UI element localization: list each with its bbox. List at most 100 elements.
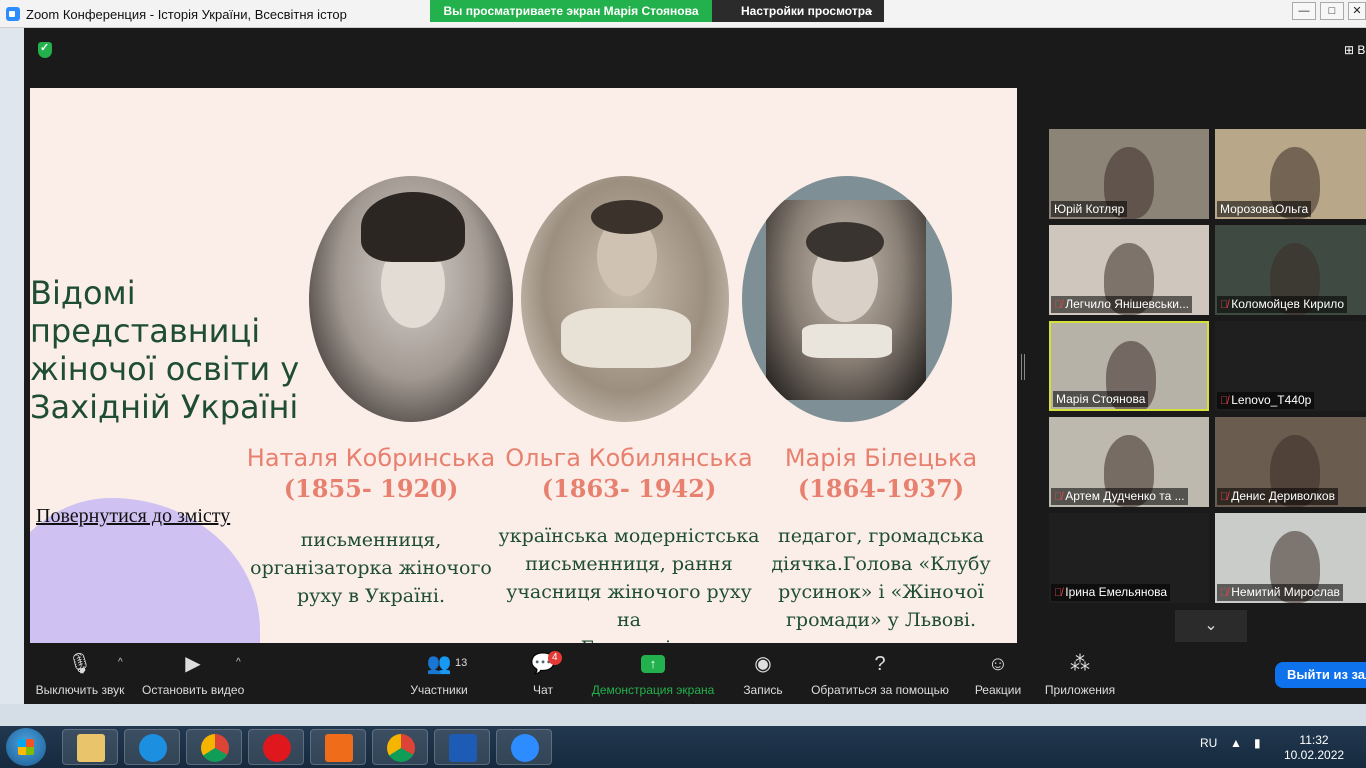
participant-name-label: 🎙̸ Коломойцев Кирило bbox=[1217, 296, 1348, 313]
apps-button[interactable]: ⁂ Приложения bbox=[1042, 645, 1118, 704]
help-icon: ? bbox=[874, 653, 886, 675]
participant-tile[interactable]: Юрій Котляр bbox=[1049, 129, 1209, 219]
reactions-button[interactable]: ☺ Реакции bbox=[968, 645, 1028, 704]
chat-unread-badge: 4 bbox=[548, 651, 562, 665]
language-indicator[interactable]: RU bbox=[1200, 736, 1217, 750]
opera-icon bbox=[263, 734, 291, 762]
portrait-biletska bbox=[742, 176, 952, 422]
microphone-icon: 🎙 bbox=[67, 653, 93, 675]
white-collar bbox=[802, 324, 892, 358]
person-name: Наталя Кобринська bbox=[246, 444, 496, 472]
participant-tile[interactable]: Марія Стоянова bbox=[1049, 321, 1209, 411]
description-line: діячка.Голова «Клубу bbox=[771, 553, 991, 575]
taskbar-word[interactable] bbox=[434, 729, 490, 765]
participants-button[interactable]: 👥 Участники bbox=[404, 645, 474, 704]
share-screen-button[interactable]: ↑ Демонстрация экрана bbox=[586, 645, 720, 704]
description-line: педагог, громадська bbox=[778, 525, 984, 547]
taskbar-clock[interactable]: 11:32 10.02.2022 bbox=[1284, 733, 1344, 763]
restore-button[interactable]: □ bbox=[1320, 2, 1344, 20]
stop-video-label: Остановить видео bbox=[142, 683, 245, 697]
description-line: учасниця жіночого руху на bbox=[506, 581, 752, 631]
heading-line: Західній Україні bbox=[30, 388, 299, 426]
record-icon: ◉ bbox=[754, 653, 772, 675]
participant-tile[interactable]: 🎙̸ Коломойцев Кирило bbox=[1215, 225, 1366, 315]
gallery-view-button[interactable]: ⊞ В bbox=[1344, 43, 1365, 57]
chrome-icon bbox=[201, 734, 229, 762]
panel-resize-handle[interactable] bbox=[1021, 354, 1025, 380]
folder-icon bbox=[77, 734, 105, 762]
gallery-view-label: В bbox=[1357, 43, 1366, 57]
emoji-plus-icon: ☺ bbox=[987, 653, 1009, 675]
taskbar-pdf[interactable] bbox=[310, 729, 366, 765]
start-button[interactable] bbox=[6, 728, 46, 766]
taskbar-ie[interactable] bbox=[124, 729, 180, 765]
muted-microphone-icon: 🎙̸ bbox=[1220, 491, 1229, 503]
help-button[interactable]: ? Обратиться за помощью bbox=[808, 645, 952, 704]
participant-name-label: 🎙̸ Денис Дериволков bbox=[1217, 488, 1338, 505]
description-line: руху в Україні. bbox=[297, 585, 445, 607]
heading-line: Відомі bbox=[30, 274, 136, 312]
description-line: русинок» і «Жіночої bbox=[778, 581, 984, 603]
reactions-label: Реакции bbox=[974, 683, 1022, 697]
participant-tile[interactable]: МорозоваОльга bbox=[1215, 129, 1366, 219]
camera-icon: ▶ bbox=[185, 653, 201, 675]
close-button[interactable]: ✕ bbox=[1348, 2, 1366, 20]
minimize-button[interactable]: — bbox=[1292, 2, 1316, 20]
participant-name: Немитий Мирослав bbox=[1231, 585, 1340, 599]
taskbar-explorer[interactable] bbox=[62, 729, 118, 765]
leave-meeting-button[interactable]: Выйти из зала bbox=[1275, 662, 1366, 688]
audio-options-caret[interactable]: ^ bbox=[118, 657, 123, 668]
video-options-caret[interactable]: ^ bbox=[236, 657, 241, 668]
participant-name: Ірина Емельянова bbox=[1065, 585, 1168, 599]
participant-name-label: 🎙̸ Ірина Емельянова bbox=[1051, 584, 1171, 601]
zoom-icon bbox=[511, 734, 539, 762]
portrait-kobrynska bbox=[309, 176, 513, 422]
description-line: Буковині. bbox=[492, 634, 766, 643]
chevron-down-icon: ⌄ bbox=[1204, 617, 1218, 634]
description-line: письменниця, bbox=[300, 529, 442, 551]
mute-button[interactable]: 🎙 Выключить звук bbox=[34, 645, 126, 704]
taskbar-chrome[interactable] bbox=[186, 729, 242, 765]
slide-heading: Відомі представниці жіночої освіти у Зах… bbox=[30, 274, 330, 426]
taskbar-zoom[interactable] bbox=[496, 729, 552, 765]
taskbar-chrome-2[interactable] bbox=[372, 729, 428, 765]
shared-screen-slide: Відомі представниці жіночої освіти у Зах… bbox=[30, 88, 1017, 643]
encryption-shield-icon[interactable] bbox=[38, 41, 52, 58]
person-years: (1855- 1920) bbox=[283, 474, 459, 503]
windows-taskbar: RU ▲ ▮ bbox=[0, 726, 1366, 768]
record-button[interactable]: ◉ Запись bbox=[732, 645, 794, 704]
view-settings-button[interactable]: Настройки просмотра ⌄ bbox=[712, 0, 884, 22]
back-to-contents-link[interactable]: Повернутися до змісту bbox=[36, 505, 230, 528]
participant-name: Марія Стоянова bbox=[1056, 392, 1146, 406]
screen-share-banner: Вы просматриваете экран Марія Стоянова bbox=[430, 0, 712, 22]
participant-name-label: 🎙̸ Артем Дудченко та ... bbox=[1051, 488, 1188, 505]
word-icon bbox=[449, 734, 477, 762]
share-screen-icon: ↑ bbox=[641, 655, 665, 673]
lace-collar bbox=[561, 308, 691, 368]
network-icon[interactable]: ▮ bbox=[1254, 736, 1261, 750]
tray-arrow-icon[interactable]: ▲ bbox=[1230, 736, 1242, 750]
participant-tile[interactable]: 🎙̸ Немитий Мирослав bbox=[1215, 513, 1366, 603]
meeting-toolbar: 🎙 Выключить звук ^ ▶ Остановить видео ^ … bbox=[24, 645, 1366, 704]
participant-name-label: 🎙̸ Немитий Мирослав bbox=[1217, 584, 1343, 601]
description-line: письменниця, рання bbox=[525, 553, 733, 575]
mute-label: Выключить звук bbox=[35, 683, 125, 697]
help-label: Обратиться за помощью bbox=[811, 683, 949, 697]
hair-shape bbox=[806, 222, 884, 262]
hair-shape bbox=[361, 192, 465, 262]
heading-line: представниці bbox=[30, 312, 261, 350]
participant-tile[interactable]: 🎙̸ Ірина Емельянова bbox=[1049, 513, 1209, 603]
participant-name: Lenovo_T440p bbox=[1231, 393, 1312, 407]
view-settings-label: Настройки просмотра bbox=[741, 4, 872, 18]
share-screen-label: Демонстрация экрана bbox=[591, 683, 715, 697]
participant-tile[interactable]: 🎙̸ Денис Дериволков bbox=[1215, 417, 1366, 507]
scroll-down-button[interactable]: ⌄ bbox=[1175, 610, 1247, 642]
participant-tile[interactable]: 🎙̸ Артем Дудченко та ... bbox=[1049, 417, 1209, 507]
apps-icon: ⁂ bbox=[1070, 653, 1090, 675]
participant-name: Артем Дудченко та ... bbox=[1065, 489, 1185, 503]
stop-video-button[interactable]: ▶ Остановить видео bbox=[142, 645, 244, 704]
participant-tile[interactable]: 🎙̸ Lenovo_T440p bbox=[1215, 321, 1366, 411]
taskbar-opera[interactable] bbox=[248, 729, 304, 765]
background-window-edge bbox=[0, 28, 24, 704]
participant-tile[interactable]: 🎙̸ Легчило Янішевськи... bbox=[1049, 225, 1209, 315]
